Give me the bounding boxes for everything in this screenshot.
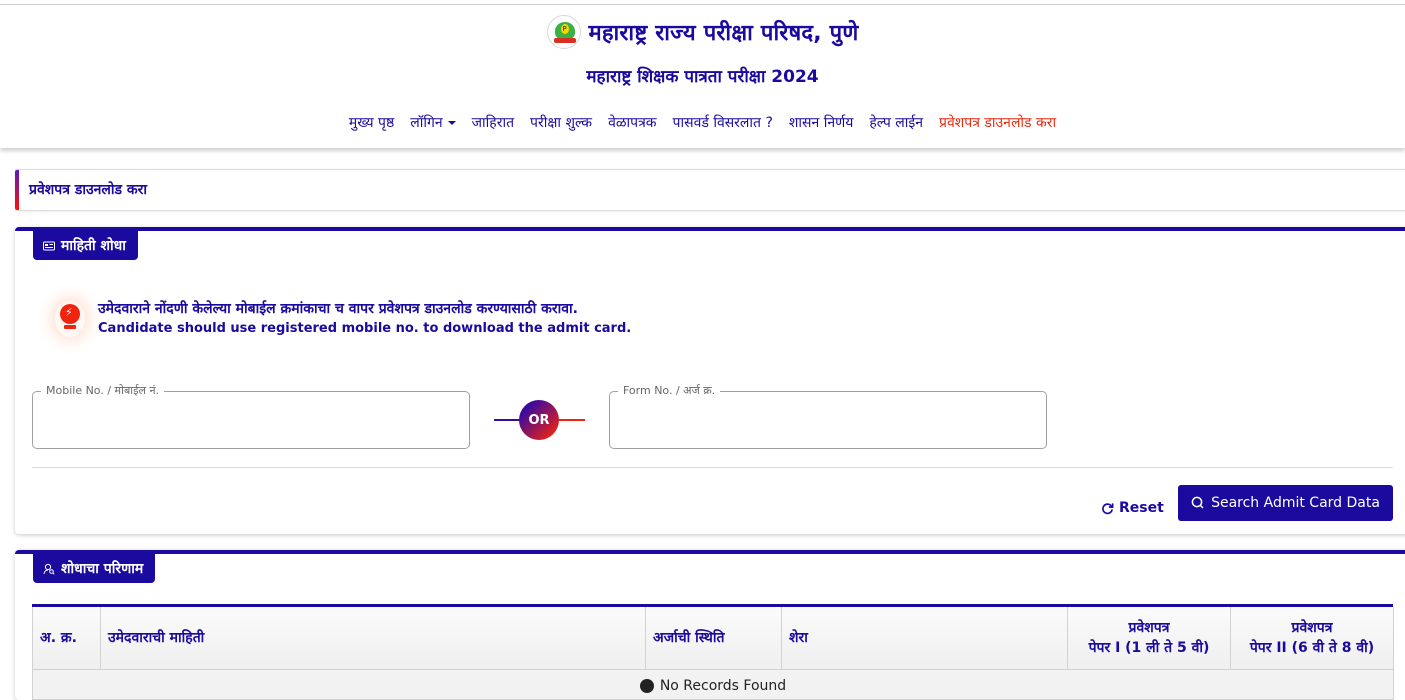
search-admit-card-button[interactable]: Search Admit Card Data [1178, 485, 1393, 521]
result-card-tab: शोधाचा परिणाम [33, 554, 156, 583]
refresh-icon [1102, 502, 1114, 514]
result-card-title: शोधाचा परिणाम [61, 561, 144, 577]
site-header: P महाराष्ट्र राज्य परीक्षा परिषद, पुणे म… [0, 5, 1405, 148]
divider [32, 467, 1393, 468]
search-icon [1191, 496, 1204, 509]
brand: P महाराष्ट्र राज्य परीक्षा परिषद, पुणे [0, 15, 1405, 53]
exam-title: महाराष्ट्र शिक्षक पात्रता परीक्षा 2024 [586, 67, 819, 87]
mscepune-logo-icon: P [546, 15, 581, 49]
col-admit-card-paper-2: प्रवेशपत्र पेपर II (6 वी ते 8 वी) [1230, 607, 1394, 670]
nav-government-resolution[interactable]: शासन निर्णय [781, 113, 861, 132]
main-nav: मुख्य पृष्ठ लॉगिन जाहिरात परीक्षा शुल्क … [0, 113, 1405, 132]
lightbulb-icon: ⚡ [55, 301, 85, 337]
results-table: अ. क्र. उमेदवाराची माहिती अर्जाची स्थिति… [32, 607, 1394, 700]
nav-admit-card-download[interactable]: प्रवेशपत्र डाउनलोड करा [931, 113, 1064, 132]
search-card: माहिती शोधा ⚡ उमेदवाराने नोंदणी केलेल्या… [15, 227, 1405, 534]
or-separator: OR [494, 400, 585, 440]
nav-helpline[interactable]: हेल्प लाईन [861, 113, 931, 132]
info-text-english: Candidate should use registered mobile n… [98, 321, 632, 336]
info-text-marathi: उमेदवाराने नोंदणी केलेल्या मोबाईल क्रमां… [98, 301, 578, 317]
user-search-icon [43, 563, 55, 575]
caret-down-icon [447, 121, 456, 125]
form-number-input[interactable] [610, 392, 1046, 448]
nav-exam-fee[interactable]: परीक्षा शुल्क [522, 113, 600, 132]
search-card-tab: माहिती शोधा [33, 231, 138, 260]
page-heading: प्रवेशपत्र डाउनलोड करा [15, 169, 1405, 211]
col-remarks: शेरा [781, 607, 1068, 670]
heading-accent-bar [15, 170, 19, 210]
col-serial-no: अ. क्र. [32, 607, 101, 670]
or-badge: OR [519, 400, 559, 440]
result-card: शोधाचा परिणाम अ. क्र. उमेदवाराची माहिती … [15, 550, 1405, 700]
nav-schedule[interactable]: वेळापत्रक [600, 113, 664, 132]
table-header-row: अ. क्र. उमेदवाराची माहिती अर्जाची स्थिति… [32, 607, 1394, 670]
mobile-field: Mobile No. / मोबाईल नं. [32, 383, 470, 449]
results-table-wrap: अ. क्र. उमेदवाराची माहिती अर्जाची स्थिति… [32, 604, 1394, 700]
mobile-input[interactable] [33, 392, 469, 448]
col-application-status: अर्जाची स्थिति [645, 607, 782, 670]
reset-button[interactable]: Reset [1101, 493, 1164, 523]
nav-forgot-password[interactable]: पासवर्ड विसरलात ? [665, 113, 781, 132]
col-paper-2-line1: प्रवेशपत्र [1291, 619, 1333, 636]
org-title: महाराष्ट्र राज्य परीक्षा परिषद, पुणे [588, 21, 859, 46]
empty-state: No Records Found [32, 669, 1394, 700]
nav-login-label: लॉगिन [410, 115, 443, 131]
reset-button-label: Reset [1119, 500, 1164, 516]
col-admit-card-paper-1: प्रवेशपत्र पेपर I (1 ली ते 5 वी) [1067, 607, 1231, 670]
search-card-title: माहिती शोधा [61, 238, 126, 254]
nav-advertisement[interactable]: जाहिरात [464, 113, 522, 132]
empty-message: No Records Found [659, 677, 787, 694]
page-title: प्रवेशपत्र डाउनलोड करा [29, 182, 147, 198]
id-card-icon [43, 241, 55, 250]
col-paper-1-line2: पेपर I (1 ली ते 5 वी) [1088, 639, 1210, 656]
search-button-label: Search Admit Card Data [1211, 495, 1380, 511]
form-number-field: Form No. / अर्ज क्र. [609, 383, 1047, 449]
nav-home[interactable]: मुख्य पृष्ठ [341, 113, 402, 132]
col-paper-2-line2: पेपर II (6 वी ते 8 वी) [1249, 639, 1375, 656]
nav-login[interactable]: लॉगिन [402, 113, 463, 132]
info-circle-icon [639, 678, 654, 693]
col-paper-1-line1: प्रवेशपत्र [1128, 619, 1170, 636]
table-row: No Records Found [32, 669, 1394, 700]
col-candidate-info: उमेदवाराची माहिती [100, 607, 646, 670]
